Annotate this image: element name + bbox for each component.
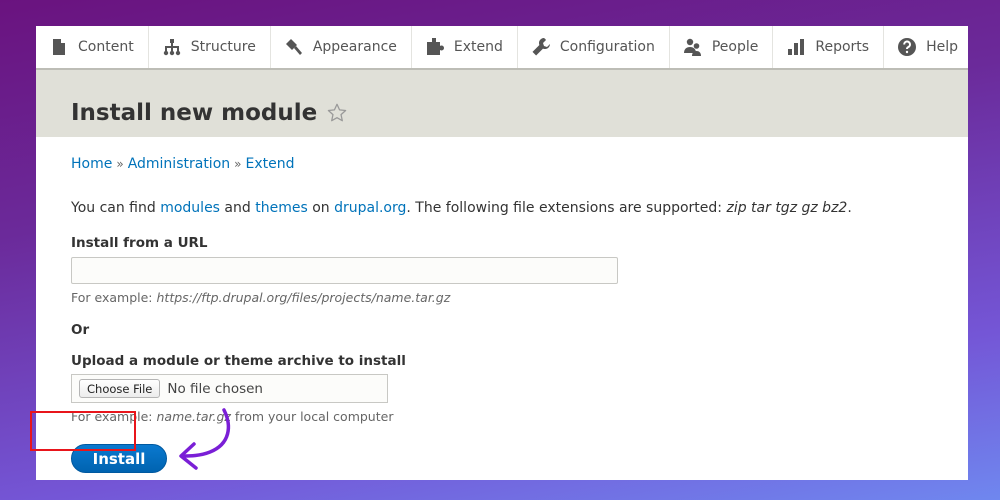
extend-icon <box>424 36 446 58</box>
intro-text-part: on <box>307 200 335 216</box>
intro-text-part: You can find <box>71 200 161 216</box>
url-field-label: Install from a URL <box>71 235 208 251</box>
drupal-org-link[interactable]: drupal.org <box>334 200 406 216</box>
modules-link[interactable]: modules <box>160 200 220 216</box>
intro-text-part: and <box>219 200 256 216</box>
url-input[interactable] <box>71 257 618 284</box>
upload-field-label: Upload a module or theme archive to inst… <box>71 353 406 369</box>
breadcrumb: Home» Administration» Extend <box>71 156 294 172</box>
choose-file-button[interactable]: Choose File <box>79 379 161 398</box>
intro-text-part: . The following file extensions are supp… <box>406 200 727 216</box>
people-icon <box>682 36 704 58</box>
toolbar-item-label: Structure <box>190 39 256 55</box>
page-title-text: Install new module <box>71 100 318 126</box>
breadcrumb-administration[interactable]: Administration <box>128 156 230 172</box>
intro-text-part: . <box>847 200 852 216</box>
toolbar-item-reports[interactable]: Reports <box>773 26 885 68</box>
configuration-icon <box>530 36 552 58</box>
star-icon[interactable] <box>326 102 348 124</box>
toolbar-item-help[interactable]: Help <box>884 26 968 68</box>
appearance-icon <box>283 36 305 58</box>
toolbar-item-label: Appearance <box>312 39 397 55</box>
toolbar-item-people[interactable]: People <box>670 26 774 68</box>
description-suffix: from your local computer <box>230 409 394 424</box>
highlight-annotation-box <box>30 411 136 451</box>
toolbar-item-label: Extend <box>453 39 503 55</box>
reports-icon <box>785 36 807 58</box>
structure-icon <box>161 36 183 58</box>
toolbar-item-label: People <box>711 39 759 55</box>
supported-extensions: zip tar tgz gz bz2 <box>726 200 848 216</box>
toolbar-item-label: Help <box>926 39 958 55</box>
content-icon <box>48 36 70 58</box>
page-header: Install new module <box>36 70 968 137</box>
toolbar-item-content[interactable]: Content <box>36 26 149 68</box>
themes-link[interactable]: themes <box>255 200 308 216</box>
admin-toolbar: Content Structure Appearance Extend Conf… <box>36 26 968 70</box>
description-prefix: For example: <box>71 290 157 305</box>
page-title: Install new module <box>71 100 348 126</box>
toolbar-item-label: Content <box>78 39 134 55</box>
url-field-description: For example: https://ftp.drupal.org/file… <box>71 290 450 305</box>
or-label: Or <box>71 322 90 338</box>
file-status: No file chosen <box>167 380 263 397</box>
breadcrumb-home[interactable]: Home <box>71 156 112 172</box>
breadcrumb-separator: » <box>234 157 242 171</box>
breadcrumb-separator: » <box>116 157 124 171</box>
breadcrumb-extend[interactable]: Extend <box>245 156 294 172</box>
arrow-annotation-icon <box>179 408 231 470</box>
intro-text: You can find modules and themes on drupa… <box>71 200 852 216</box>
file-upload-input[interactable]: Choose File No file chosen <box>71 374 388 403</box>
toolbar-item-extend[interactable]: Extend <box>412 26 518 68</box>
toolbar-item-label: Reports <box>815 39 870 55</box>
url-example: https://ftp.drupal.org/files/projects/na… <box>156 290 451 305</box>
toolbar-item-appearance[interactable]: Appearance <box>271 26 412 68</box>
toolbar-item-label: Configuration <box>559 39 655 55</box>
toolbar-item-configuration[interactable]: Configuration <box>518 26 670 68</box>
help-icon <box>896 36 918 58</box>
toolbar-item-structure[interactable]: Structure <box>149 26 271 68</box>
